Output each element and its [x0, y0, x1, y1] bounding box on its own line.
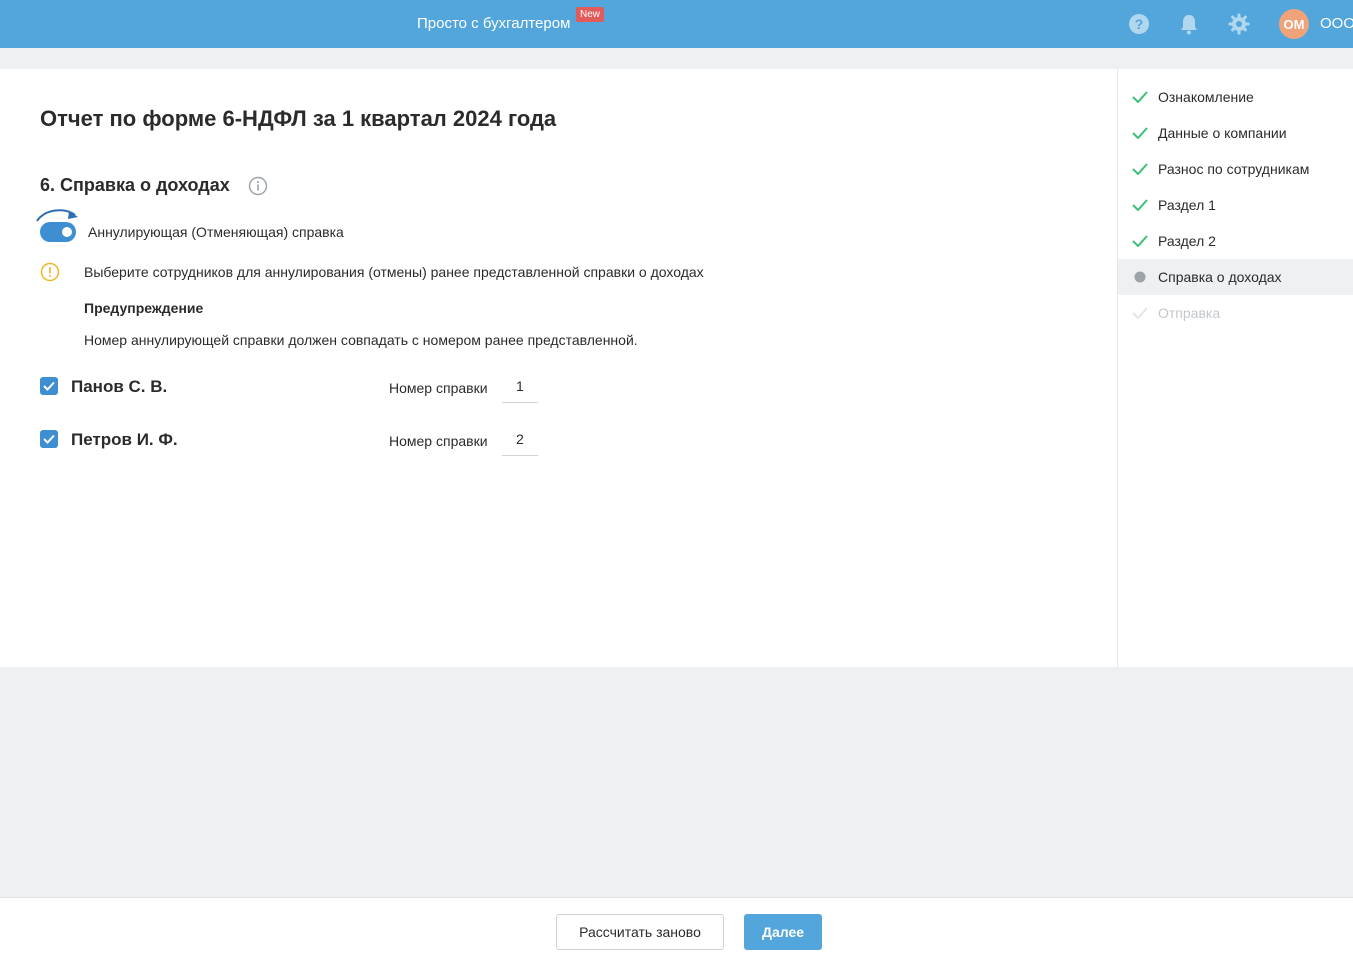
new-badge: New [576, 7, 605, 22]
bell-icon[interactable] [1177, 12, 1201, 36]
certificate-number-label: Номер справки [389, 433, 488, 449]
employee-name: Панов С. В. [71, 377, 168, 396]
step-income-certificate[interactable]: Справка о доходах [1118, 259, 1353, 295]
org-name[interactable]: ООО [1320, 15, 1353, 32]
top-bar: Просто с бухгалтером New ? ОМ ООО [0, 0, 1353, 48]
step-section-2[interactable]: Раздел 2 [1118, 223, 1353, 259]
promo-link[interactable]: Просто с бухгалтером [417, 15, 570, 32]
check-icon [1132, 89, 1148, 105]
gear-icon[interactable] [1227, 12, 1251, 36]
check-icon [1132, 233, 1148, 249]
step-label: Данные о компании [1158, 125, 1287, 141]
help-icon[interactable]: ? [1127, 12, 1151, 36]
info-icon[interactable] [248, 176, 268, 196]
footer-bar: Рассчитать заново Далее [0, 897, 1353, 962]
step-label: Справка о доходах [1158, 269, 1282, 285]
steps-sidebar: Ознакомление Данные о компании Разнос по… [1117, 69, 1353, 667]
certificate-number-input[interactable] [502, 422, 538, 456]
step-label: Ознакомление [1158, 89, 1254, 105]
check-icon [1132, 161, 1148, 177]
certificate-number-label: Номер справки [389, 380, 488, 396]
toggle-knob [62, 227, 72, 237]
check-icon [1132, 197, 1148, 213]
avatar[interactable]: ОМ [1279, 9, 1309, 39]
step-send: Отправка [1118, 295, 1353, 331]
step-section-1[interactable]: Раздел 1 [1118, 187, 1353, 223]
annul-toggle[interactable] [40, 222, 76, 242]
check-icon [1132, 125, 1148, 141]
annul-toggle-label: Аннулирующая (Отменяющая) справка [88, 224, 344, 240]
check-icon [1132, 305, 1148, 321]
step-label: Раздел 1 [1158, 197, 1216, 213]
next-button[interactable]: Далее [744, 914, 822, 950]
step-label: Отправка [1158, 305, 1221, 321]
employee-row: Панов С. В. Номер справки [40, 369, 560, 411]
warning-icon [40, 262, 60, 282]
info-text: Выберите сотрудников для аннулирования (… [84, 264, 704, 280]
warning-body: Номер аннулирующей справки должен совпад… [84, 332, 638, 348]
employee-checkbox[interactable] [40, 430, 58, 448]
main-panel: Отчет по форме 6-НДФЛ за 1 квартал 2024 … [0, 69, 1117, 667]
step-intro[interactable]: Ознакомление [1118, 79, 1353, 115]
certificate-number-input[interactable] [502, 369, 538, 403]
current-step-dot-icon [1132, 269, 1148, 285]
svg-text:?: ? [1135, 16, 1144, 32]
step-company-data[interactable]: Данные о компании [1118, 115, 1353, 151]
employee-checkbox[interactable] [40, 377, 58, 395]
step-employees[interactable]: Разнос по сотрудникам [1118, 151, 1353, 187]
warning-heading: Предупреждение [84, 300, 204, 316]
page-title: Отчет по форме 6-НДФЛ за 1 квартал 2024 … [40, 106, 557, 131]
recalculate-button[interactable]: Рассчитать заново [556, 914, 724, 950]
employee-name: Петров И. Ф. [71, 430, 178, 449]
step-label: Разнос по сотрудникам [1158, 161, 1310, 177]
section-title: 6. Справка о доходах [40, 175, 230, 195]
step-label: Раздел 2 [1158, 233, 1216, 249]
employee-row: Петров И. Ф. Номер справки [40, 422, 560, 464]
